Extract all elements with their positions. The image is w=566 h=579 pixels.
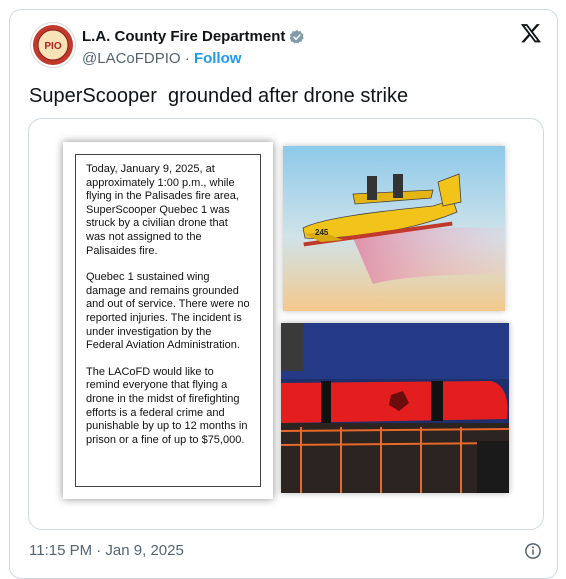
fire-department-seal-icon: PIO bbox=[33, 25, 73, 65]
handle-separator: · bbox=[184, 50, 190, 67]
info-icon[interactable] bbox=[524, 542, 542, 560]
follow-button[interactable]: Follow bbox=[194, 50, 242, 67]
statement-paragraph: Today, January 9, 2025, at approximately… bbox=[86, 163, 239, 257]
author-handle-row: @LACoFDPIO · Follow bbox=[82, 50, 241, 67]
superscooper-plane-image: 245 bbox=[283, 146, 505, 311]
statement-paragraph: The LACoFD would like to remind everyone… bbox=[86, 365, 248, 446]
verified-badge-icon bbox=[289, 29, 305, 44]
damaged-wing-photo[interactable] bbox=[281, 323, 509, 493]
author-name[interactable]: L.A. County Fire Department bbox=[82, 28, 285, 45]
press-statement-text: Today, January 9, 2025, at approximately… bbox=[75, 154, 261, 487]
tweet-timestamp[interactable]: 11:15 PM · Jan 9, 2025 bbox=[29, 542, 184, 559]
press-statement-image[interactable]: Today, January 9, 2025, at approximately… bbox=[63, 142, 273, 499]
tweet-media[interactable]: Today, January 9, 2025, at approximately… bbox=[28, 118, 544, 530]
tweet-text: SuperScooper grounded after drone strike bbox=[29, 85, 409, 107]
statement-paragraph: Quebec 1 sustained wing damage and remai… bbox=[86, 271, 250, 352]
superscooper-photo[interactable]: 245 bbox=[283, 146, 505, 311]
svg-text:PIO: PIO bbox=[44, 41, 61, 52]
x-logo-icon[interactable] bbox=[520, 22, 542, 44]
avatar[interactable]: PIO bbox=[30, 22, 76, 68]
plane-number: 245 bbox=[315, 228, 329, 237]
author-handle[interactable]: @LACoFDPIO bbox=[82, 50, 181, 67]
damaged-wing-image bbox=[281, 323, 509, 493]
author-name-row[interactable]: L.A. County Fire Department bbox=[82, 28, 305, 45]
